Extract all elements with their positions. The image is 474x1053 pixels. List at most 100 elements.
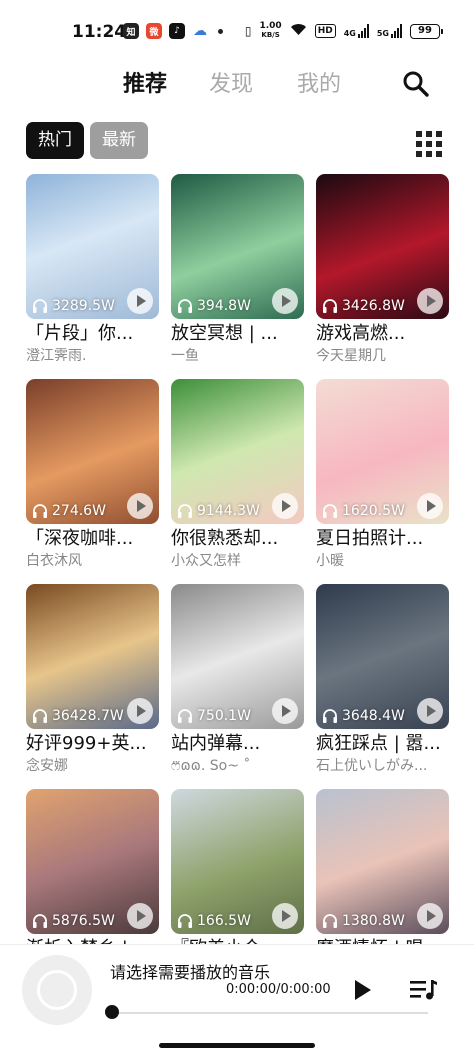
playlist-card[interactable]: 3648.4W 疯狂踩点 | 嚣... 石上优いしがみ... — [316, 584, 449, 776]
play-count: 3648.4W — [322, 708, 405, 724]
headphone-icon — [323, 709, 337, 723]
playlist-card[interactable]: 394.8W 放空冥想 | ... 一鱼 — [171, 174, 304, 366]
playlist-cover[interactable]: 274.6W — [26, 379, 159, 524]
playlist-author: 小众又怎样 — [171, 553, 241, 569]
playlist-author: 一鱼 — [171, 348, 199, 364]
play-icon[interactable] — [127, 698, 153, 724]
playlist-cover[interactable]: 36428.7W — [26, 584, 159, 729]
playlist-card[interactable]: 1620.5W 夏日拍照计... 小暖 — [316, 379, 449, 571]
playlist-author: 念安娜 — [26, 758, 68, 774]
play-icon[interactable] — [272, 493, 298, 519]
headphone-icon — [33, 914, 47, 928]
playlist-title: 站内弹幕... — [171, 733, 261, 754]
headphone-icon — [33, 299, 47, 313]
play-icon[interactable] — [417, 698, 443, 724]
playlist-cover[interactable]: 1380.8W — [316, 789, 449, 934]
play-icon[interactable] — [354, 979, 372, 1001]
play-icon[interactable] — [417, 493, 443, 519]
headphone-icon — [323, 504, 337, 518]
playlist-cover[interactable]: 3426.8W — [316, 174, 449, 319]
play-count: 166.5W — [177, 913, 251, 929]
play-count: 750.1W — [177, 708, 251, 724]
player-time: 0:00:00/0:00:00 — [226, 982, 331, 997]
tab-recommend[interactable]: 推荐 — [123, 66, 167, 98]
playlist-title: 游戏高燃... — [316, 323, 406, 344]
playlist-author: 澄江霁雨. — [26, 348, 87, 364]
play-count: 274.6W — [32, 503, 106, 519]
play-count: 1620.5W — [322, 503, 405, 519]
playlist-author: 小暖 — [316, 553, 344, 569]
app-notification-icon: 知 — [123, 23, 139, 39]
cloud-icon: ☁ — [192, 23, 208, 39]
tab-discover[interactable]: 发现 — [209, 66, 253, 98]
headphone-icon — [33, 504, 47, 518]
play-count: 36428.7W — [32, 708, 124, 724]
play-count: 1380.8W — [322, 913, 405, 929]
playlist-cover[interactable]: 166.5W — [171, 789, 304, 934]
playlist-title: 疯狂踩点 | 嚣... — [316, 733, 441, 754]
playlist-cover[interactable]: 3289.5W — [26, 174, 159, 319]
status-bar: 11:24 知 微 ♪ ☁ ▯ 1.00 KB/S HD 4G 5G 99 — [0, 0, 474, 62]
grid-view-icon[interactable] — [416, 131, 442, 157]
play-count: 9144.3W — [177, 503, 260, 519]
filter-new[interactable]: 最新 — [90, 122, 148, 159]
playlist-card[interactable]: 36428.7W 好评999+英... 念安娜 — [26, 584, 159, 776]
playlist-card[interactable]: 750.1W 站内弹幕... ෆ⃛ɷɷ. So~ ˚ — [171, 584, 304, 776]
playlist-card[interactable]: 3289.5W 「片段」你... 澄江霁雨. — [26, 174, 159, 366]
play-icon[interactable] — [127, 903, 153, 929]
playlist-icon[interactable] — [410, 979, 438, 1001]
playlist-cover[interactable]: 5876.5W — [26, 789, 159, 934]
playlist-author: 石上优いしがみ... — [316, 758, 428, 774]
play-count: 3426.8W — [322, 298, 405, 314]
more-notifications-dot — [218, 28, 223, 34]
play-icon[interactable] — [272, 288, 298, 314]
filter-hot[interactable]: 热门 — [26, 122, 84, 159]
screen: 11:24 知 微 ♪ ☁ ▯ 1.00 KB/S HD 4G 5G 99 推荐… — [0, 0, 474, 1053]
hd-badge: HD — [314, 24, 336, 38]
playlist-card[interactable]: 3426.8W 游戏高燃... 今天星期几 — [316, 174, 449, 366]
tiktok-icon: ♪ — [169, 23, 185, 39]
signal-icon-2: 5G — [377, 24, 402, 38]
play-count: 5876.5W — [32, 913, 115, 929]
headphone-icon — [178, 914, 192, 928]
play-icon[interactable] — [417, 903, 443, 929]
vibrate-icon: ▯ — [244, 24, 252, 38]
album-disc-icon[interactable] — [22, 955, 92, 1025]
playlist-card[interactable]: 166.5W『欧美小众... — [171, 789, 304, 961]
playlist-author: 白衣沐风 — [26, 553, 82, 569]
status-time: 11:24 — [72, 22, 127, 42]
search-icon[interactable] — [402, 70, 430, 98]
playlist-cover[interactable]: 9144.3W — [171, 379, 304, 524]
playlist-card[interactable]: 1380.8W魔酒情怀 | 唱... — [316, 789, 449, 961]
play-icon[interactable] — [272, 698, 298, 724]
playlist-card[interactable]: 274.6W 「深夜咖啡... 白衣沐风 — [26, 379, 159, 571]
playlist-card[interactable]: 9144.3W 你很熟悉却... 小众又怎样 — [171, 379, 304, 571]
playlist-title: 好评999+英... — [26, 733, 147, 754]
playlist-title: 你很熟悉却... — [171, 528, 279, 549]
tab-mine[interactable]: 我的 — [297, 66, 341, 98]
network-speed: 1.00 KB/S — [259, 21, 282, 40]
home-indicator[interactable] — [159, 1043, 315, 1048]
playlist-author: 今天星期几 — [316, 348, 386, 364]
headphone-icon — [323, 299, 337, 313]
progress-track[interactable] — [112, 1012, 428, 1014]
playlist-cover[interactable]: 750.1W — [171, 584, 304, 729]
play-count: 394.8W — [177, 298, 251, 314]
headphone-icon — [33, 709, 47, 723]
play-icon[interactable] — [272, 903, 298, 929]
playlist-cover[interactable]: 394.8W — [171, 174, 304, 319]
play-icon[interactable] — [127, 493, 153, 519]
playlist-card[interactable]: 5876.5W渐析入梦乡 | ... — [26, 789, 159, 961]
weibo-icon: 微 — [146, 23, 162, 39]
play-icon[interactable] — [417, 288, 443, 314]
playlist-title: 「片段」你... — [26, 323, 134, 344]
playlist-cover[interactable]: 3648.4W — [316, 584, 449, 729]
headphone-icon — [323, 914, 337, 928]
play-icon[interactable] — [127, 288, 153, 314]
playlist-author: ෆ⃛ɷɷ. So~ ˚ — [171, 758, 251, 774]
progress-knob[interactable] — [105, 1005, 119, 1019]
battery-icon: 99 — [410, 23, 443, 39]
play-count: 3289.5W — [32, 298, 115, 314]
playlist-cover[interactable]: 1620.5W — [316, 379, 449, 524]
playlist-title: 夏日拍照计... — [316, 528, 424, 549]
